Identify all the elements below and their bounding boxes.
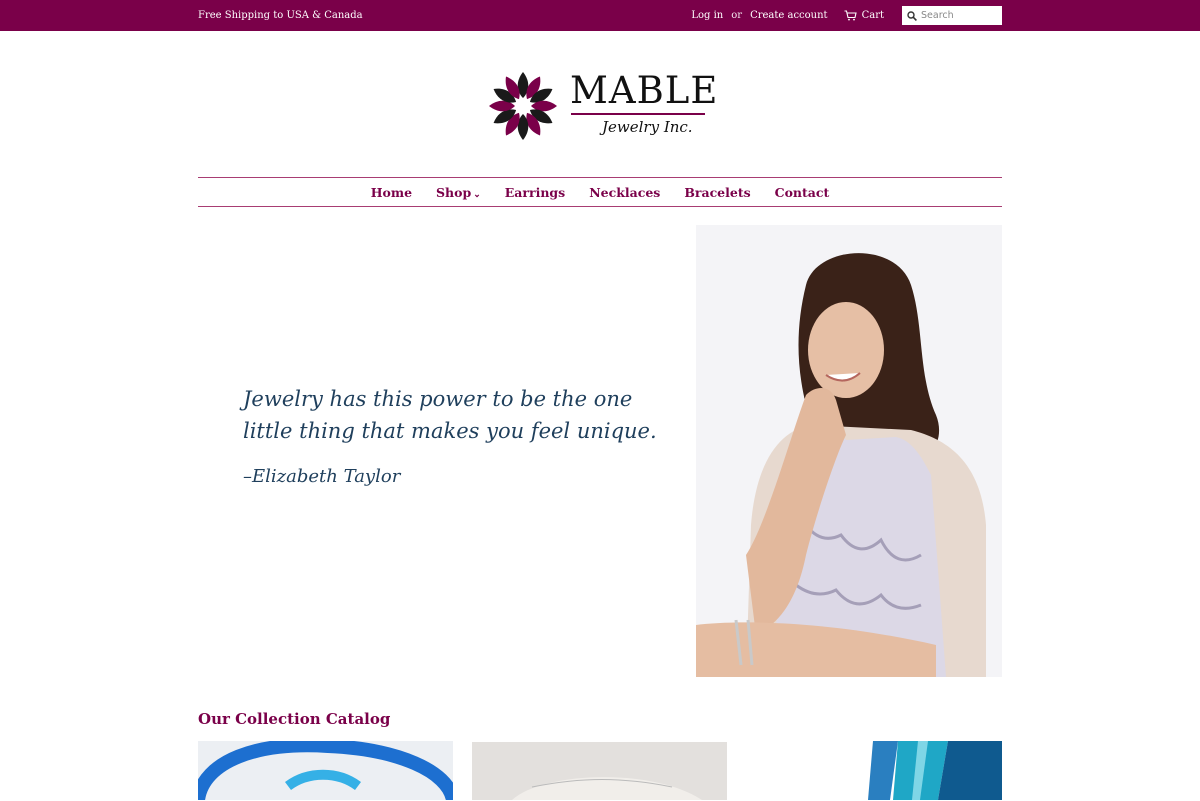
nav-contact[interactable]: Contact <box>775 185 830 200</box>
search-box[interactable] <box>902 6 1002 25</box>
cart-icon <box>844 10 857 21</box>
hero-quote: Jewelry has this power to be the one lit… <box>243 387 657 443</box>
login-link[interactable]: Log in <box>691 10 723 21</box>
brand-divider <box>571 113 705 115</box>
search-input[interactable] <box>921 10 999 21</box>
nav-earrings[interactable]: Earrings <box>505 185 565 200</box>
hero-quote-author: –Elizabeth Taylor <box>243 466 401 487</box>
flower-logo-icon <box>489 72 557 140</box>
header-links: Log in or Create account Cart <box>691 6 1002 25</box>
brand-logo[interactable]: MABLE Jewelry Inc. <box>487 70 717 144</box>
announcement-bar: Free Shipping to USA & Canada Log in or … <box>0 0 1200 31</box>
cart-label: Cart <box>861 10 884 21</box>
nav-home[interactable]: Home <box>371 185 412 200</box>
collection-tile-2[interactable] <box>472 742 727 801</box>
nav-shop-label: Shop <box>436 184 472 200</box>
chevron-down-icon: ⌄ <box>473 189 481 200</box>
collection-tile-3[interactable] <box>868 741 1002 800</box>
nav-necklaces[interactable]: Necklaces <box>589 185 660 200</box>
nav-shop[interactable]: Shop ⌄ <box>436 185 481 200</box>
cart-link[interactable]: Cart <box>844 10 884 21</box>
hero-image <box>696 225 1002 677</box>
brand-name: MABLE <box>570 69 719 112</box>
create-account-link[interactable]: Create account <box>750 10 828 21</box>
announcement-text: Free Shipping to USA & Canada <box>198 10 363 21</box>
collection-title: Our Collection Catalog <box>198 710 391 728</box>
nav-bracelets[interactable]: Bracelets <box>684 185 750 200</box>
collection-tile-1[interactable] <box>198 741 453 800</box>
or-text: or <box>731 10 743 21</box>
search-icon <box>907 10 917 21</box>
brand-subtitle: Jewelry Inc. <box>602 118 693 136</box>
main-nav: Home Shop ⌄ Earrings Necklaces Bracelets … <box>198 177 1002 207</box>
